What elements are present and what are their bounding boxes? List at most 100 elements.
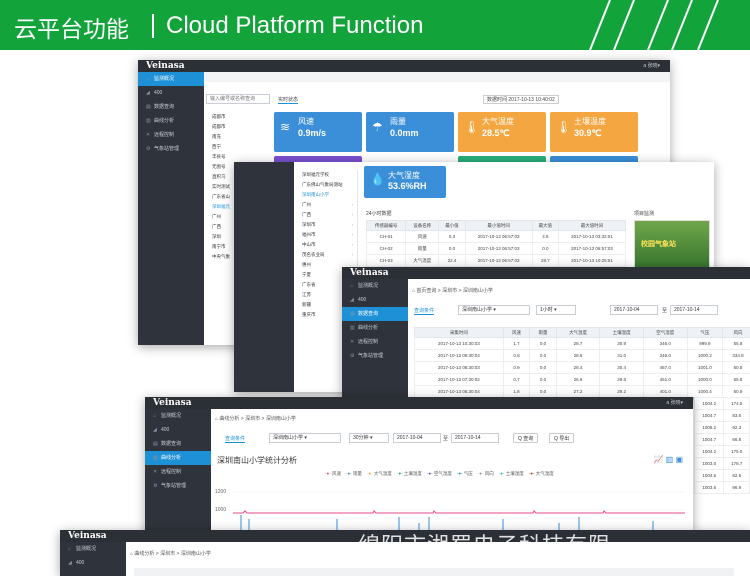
tree-item[interactable]: 中山市 › (296, 240, 357, 250)
app-logo: Veinasa (350, 268, 389, 278)
sidebar-item-overview[interactable]: ⌂ 监测概况 (342, 279, 408, 293)
chart-toolbar: 📈 ▥ ▣ (653, 455, 683, 464)
breadcrumb-bar (204, 72, 670, 82)
sidebar-item-weather[interactable]: ⚙ 气象站管理 (138, 142, 204, 156)
sidebar-item-400[interactable]: ◢ 400 (145, 423, 211, 437)
sidebar-item-weather[interactable]: ⚙ 气象站管理 (145, 479, 211, 493)
app-topbar: Veinasa (342, 267, 750, 279)
table-row: 2017-10-13 09:30:04 0.8 0.0 28.6 31.0 346.0 10… (414, 349, 750, 362)
chart-icon: ◢ (146, 90, 150, 96)
tree-item[interactable]: 成都市 (206, 112, 270, 122)
date-from-input[interactable]: 2017-10-04 (610, 305, 658, 315)
date-to-input[interactable]: 2017-10-14 (670, 305, 718, 315)
legend-item[interactable]: -●- 土壤湿度 (499, 471, 524, 476)
legend-item[interactable]: -●- 大气温度 (367, 471, 392, 476)
sidebar-item-overview[interactable]: ⌂ 监测概况 (60, 542, 126, 556)
control-icon: ✕ (146, 132, 151, 138)
screenshot-data-query: Veinasa ⌂ 监测概况 ◢ 400 ▤ 数据查询 ▥ 曲线分析 ✕ 远程控制 ⚙ 气象… (342, 267, 750, 397)
app-logo: Veinasa (68, 531, 107, 541)
tree-item[interactable]: 广州 › (296, 200, 357, 210)
sidebar-item-control[interactable]: ✕ 远程控制 (342, 335, 408, 349)
sidebar-item-curve[interactable]: ▥ 曲线分析 (342, 321, 408, 335)
tree-item[interactable]: 广西 › (296, 210, 357, 220)
sidebar-item-query[interactable]: ▤ 数据查询 (342, 307, 408, 321)
line-chart-icon: ▥ (350, 325, 355, 331)
export-button[interactable]: Q 导出 (549, 433, 575, 443)
tab-realtime[interactable]: 实时状态 (278, 96, 299, 104)
line-chart-icon[interactable]: 📈 (653, 455, 663, 464)
table-icon: ▤ (350, 311, 355, 317)
legend-item[interactable]: -●- 风向 (478, 471, 494, 476)
company-watermark: 绵阳市湘蜀电子科技有限 (358, 534, 612, 559)
user-menu[interactable]: a 张晓▾ (666, 397, 683, 409)
tree-item[interactable]: 福州市 › (296, 230, 357, 240)
legend-item[interactable]: -●- 气压 (457, 471, 473, 476)
legend-item[interactable]: -●- 空气湿度 (427, 471, 452, 476)
table-row: 1005.2 92.3 (694, 421, 750, 434)
banner-title-en: Cloud Platform Function (166, 12, 424, 39)
legend-marker-icon: -●- (345, 471, 353, 476)
sidebar-item-overview[interactable]: ⌂ 监测概况 (138, 72, 204, 86)
tree-item[interactable]: 广东佛山气象局测站 (296, 180, 357, 190)
tree-item[interactable]: 深圳福元学校 (296, 170, 357, 180)
sidebar-item-control[interactable]: ✕ 远程控制 (138, 128, 204, 142)
tree-item[interactable]: 深圳市 › (296, 220, 357, 230)
chart-legend: -●- 风速 -●- 雨量 -●- 大气温度 -●- 土壤温度 -●- 空气湿度 -●- … (325, 471, 559, 477)
sidebar-item-overview[interactable]: ⌂ 监测概况 (145, 409, 211, 423)
tree-item[interactable]: 成都市 (206, 122, 270, 132)
sidebar-item-curve[interactable]: ▥ 曲线分析 (145, 451, 211, 465)
tree-item[interactable]: 南充 (206, 132, 270, 142)
tree-item[interactable]: 深圳南山小学 (296, 190, 357, 200)
sidebar-item-400[interactable]: ◢ 400 (138, 86, 204, 100)
legend-item[interactable]: -●- 土壤温度 (397, 471, 422, 476)
tree-item[interactable]: 西宁 (206, 142, 270, 152)
bar-chart-icon[interactable]: ▥ (666, 455, 674, 464)
breadcrumb: ⌂ 首页查询 > 深圳市 > 深圳南山小学 (412, 288, 493, 294)
wind-icon: ≋ (280, 120, 291, 134)
station-select[interactable]: 深圳南山小学 ▾ (269, 433, 341, 443)
y-tick: 1000 (215, 507, 227, 513)
legend-marker-icon: -●- (426, 471, 434, 476)
table-row: 2017-10-13 07:30:02 0.7 0.0 26.6 29.8 451.0 10… (414, 373, 750, 386)
table-header: 气压 (686, 327, 724, 338)
date-to-input[interactable]: 2017-10-14 (451, 433, 499, 443)
chart-icon: ◢ (350, 297, 354, 303)
interval-select[interactable]: 1小时 ▾ (536, 305, 576, 315)
legend-item[interactable]: -●- 雨量 (346, 471, 362, 476)
query-button[interactable]: Q 查询 (513, 433, 539, 443)
sidebar-item-400[interactable]: ◢ 400 (60, 556, 126, 570)
legend-marker-icon: -●- (456, 471, 464, 476)
table-header: 土壤温度 (599, 327, 644, 338)
search-input[interactable] (206, 94, 270, 104)
table-header: 风速 (502, 327, 531, 338)
chart-icon: ◢ (153, 427, 157, 433)
home-icon: ⌂ (153, 413, 157, 419)
date-from-input[interactable]: 2017-10-04 (393, 433, 441, 443)
banner-title-cn: 云平台功能 (14, 17, 129, 43)
tree-item[interactable]: 茂名农业局 › (296, 250, 357, 260)
user-menu[interactable]: a 张晓▾ (643, 60, 660, 72)
table-row: 1004.6 82.5 (694, 469, 750, 482)
legend-item[interactable]: -●- 大气湿度 (529, 471, 554, 476)
interval-select[interactable]: 30分钟 ▾ (349, 433, 389, 443)
sidebar-item-query[interactable]: ▤ 数据查询 (138, 100, 204, 114)
tree-item[interactable]: 丰县号 (206, 152, 270, 162)
station-select[interactable]: 深圳南山小学 ▾ (458, 305, 530, 315)
sidebar-item-weather[interactable]: ⚙ 气象站管理 (342, 349, 408, 363)
tab-query-conditions[interactable]: 查询条件 (225, 435, 246, 443)
sidebar: ⌂ 监测概况 ◢ 400 (60, 542, 126, 576)
series-line-pressure (233, 510, 685, 514)
control-icon: ✕ (153, 469, 158, 475)
line-chart-icon: ▥ (153, 455, 158, 461)
sidebar-item-400[interactable]: ◢ 400 (342, 293, 408, 307)
table-row: 1004.2 175.0 (694, 445, 750, 458)
sidebar-item-curve[interactable]: ▥ 曲线分析 (138, 114, 204, 128)
table-header: 传感器编号 (365, 220, 407, 231)
sidebar-item-query[interactable]: ▤ 数据查询 (145, 437, 211, 451)
tab-query-conditions[interactable]: 查询条件 (414, 307, 435, 315)
legend-item[interactable]: -●- 风速 (325, 471, 341, 476)
sidebar-item-control[interactable]: ✕ 远程控制 (145, 465, 211, 479)
save-icon[interactable]: ▣ (675, 455, 683, 464)
table-row: CH-03 大气温度 22.4 2017-10-13 06:57:03 28.7 2017… (365, 254, 626, 267)
sidebar (234, 162, 294, 392)
